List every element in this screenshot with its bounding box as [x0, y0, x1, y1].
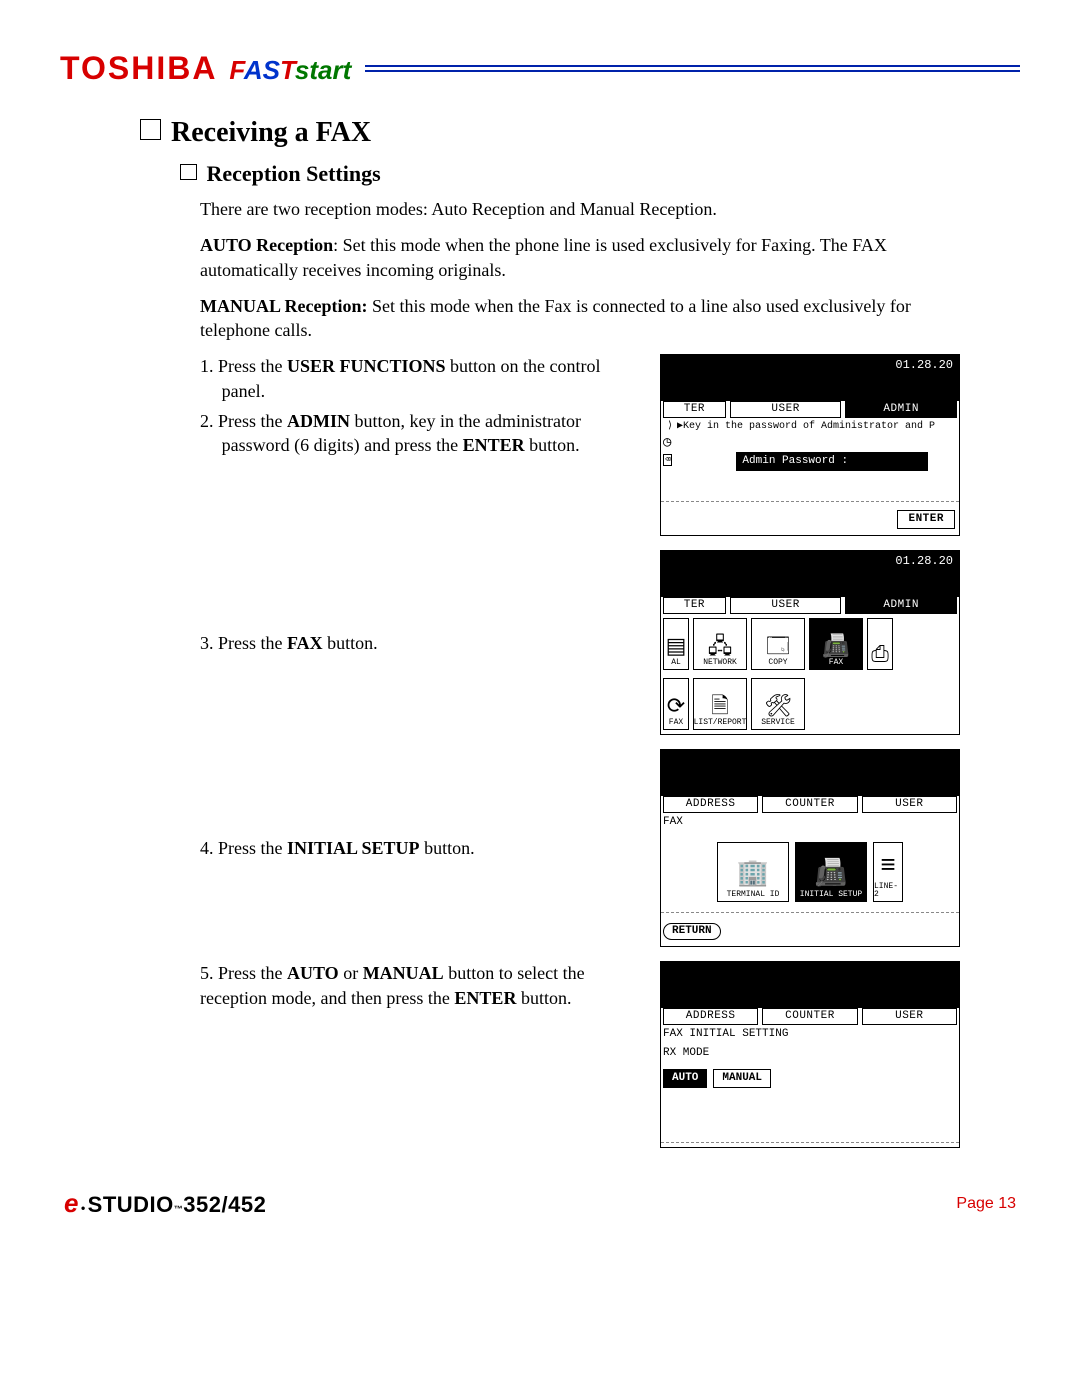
tab-user[interactable]: USER	[862, 1008, 957, 1025]
icon-fax[interactable]: 📠FAX	[809, 618, 863, 670]
square-bullet-icon	[140, 119, 161, 140]
faststart-logo: FASTstart	[229, 55, 351, 86]
icon-list-report[interactable]: 🗎LIST/REPORT	[693, 678, 747, 730]
screenshot-rx-mode: ADDRESS COUNTER USER FAX INITIAL SETTING…	[660, 961, 960, 1148]
icon-service[interactable]: 🛠SERVICE	[751, 678, 805, 730]
page-number: Page 13	[956, 1195, 1016, 1213]
manual-paragraph: MANUAL Reception: Set this mode when the…	[200, 294, 960, 343]
subsection-heading: Reception Settings	[180, 161, 1020, 187]
clock-icon: ◷⌫	[663, 436, 672, 499]
admin-password-field[interactable]: Admin Password :	[736, 452, 928, 471]
tab-address[interactable]: ADDRESS	[663, 1008, 758, 1025]
header-rule-icon	[365, 65, 1020, 72]
icon-more[interactable]: ⎙	[867, 618, 893, 670]
tab-user[interactable]: USER	[730, 597, 842, 614]
screen-date: 01.28.20	[895, 359, 953, 371]
step-3: 3. Press the FAX button.	[200, 631, 640, 655]
square-bullet-icon	[180, 164, 197, 181]
tab-address[interactable]: ADDRESS	[663, 796, 758, 813]
icon-general[interactable]: ▤AL	[663, 618, 689, 670]
intro-paragraph: There are two reception modes: Auto Rece…	[200, 197, 960, 221]
icon-terminal-id[interactable]: 🏢TERMINAL ID	[717, 842, 789, 902]
page-header: TOSHIBA FASTstart	[60, 50, 1020, 87]
icon-line2[interactable]: ≡LINE-2	[873, 842, 903, 902]
estudio-logo: e•STUDIO™352/452	[64, 1188, 266, 1219]
prompt-text: ⟩▶Key in the password of Administrator a…	[661, 418, 959, 436]
step-1: 1. Press the USER FUNCTIONS button on th…	[200, 354, 640, 463]
manual-button[interactable]: MANUAL	[713, 1069, 771, 1088]
tab-admin[interactable]: ADMIN	[845, 597, 957, 614]
breadcrumb: FAX	[661, 813, 959, 832]
tab-ter[interactable]: TER	[663, 401, 726, 418]
auto-paragraph: AUTO Reception: Set this mode when the p…	[200, 233, 960, 282]
toshiba-logo: TOSHIBA	[60, 50, 217, 87]
screenshot-fax-menu: ADDRESS COUNTER USER FAX 🏢TERMINAL ID 📠I…	[660, 749, 960, 947]
screen-date: 01.28.20	[895, 555, 953, 567]
tab-ter[interactable]: TER	[663, 597, 726, 614]
section-heading: Receiving a FAX	[140, 117, 1020, 149]
page-footer: e•STUDIO™352/452 Page 13	[60, 1188, 1020, 1219]
logo-block: TOSHIBA FASTstart	[60, 50, 351, 87]
tab-counter[interactable]: COUNTER	[762, 796, 857, 813]
screenshot-admin-menu: 01.28.20 TER USER ADMIN ▤AL 🖧NETWORK 🗔CO…	[660, 550, 960, 735]
return-button[interactable]: RETURN	[663, 923, 721, 940]
tab-user[interactable]: USER	[730, 401, 842, 418]
step-5: 5. Press the AUTO or MANUAL button to se…	[200, 961, 640, 1010]
screenshot-admin-password: 01.28.20 TER USER ADMIN ⟩▶Key in the pas…	[660, 354, 960, 536]
icon-copy[interactable]: 🗔COPY	[751, 618, 805, 670]
step-4: 4. Press the INITIAL SETUP button.	[200, 836, 640, 860]
tab-counter[interactable]: COUNTER	[762, 1008, 857, 1025]
icon-initial-setup[interactable]: 📠INITIAL SETUP	[795, 842, 867, 902]
rx-mode-label: RX MODE	[661, 1044, 959, 1063]
tab-user[interactable]: USER	[862, 796, 957, 813]
icon-network[interactable]: 🖧NETWORK	[693, 618, 747, 670]
enter-button[interactable]: ENTER	[897, 510, 955, 529]
icon-ifax[interactable]: ⟳FAX	[663, 678, 689, 730]
auto-button[interactable]: AUTO	[663, 1069, 707, 1088]
tab-admin[interactable]: ADMIN	[845, 401, 957, 418]
breadcrumb: FAX INITIAL SETTING	[661, 1025, 959, 1044]
